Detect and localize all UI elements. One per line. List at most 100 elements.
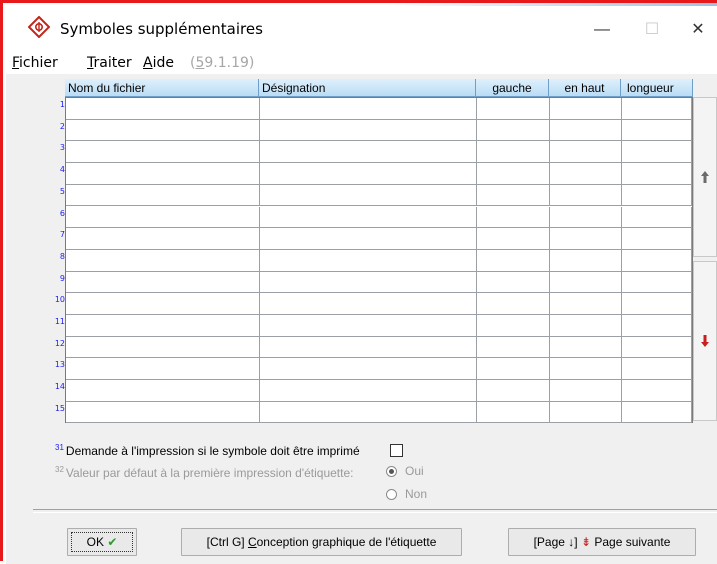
table-cell[interactable] xyxy=(66,98,260,120)
next-page-button[interactable]: [Page ↓] ⇟ Page suivante xyxy=(508,528,696,556)
table-cell[interactable] xyxy=(477,336,550,359)
table-cell[interactable] xyxy=(260,380,477,402)
table-cell[interactable] xyxy=(477,141,550,164)
col-header-length[interactable]: longueur xyxy=(621,79,693,97)
table-cell[interactable] xyxy=(477,163,550,185)
table-cell[interactable] xyxy=(260,98,477,120)
table-cell[interactable] xyxy=(260,271,477,294)
radio-oui-circle[interactable] xyxy=(386,466,397,478)
table-cell[interactable] xyxy=(550,315,622,337)
table-cell[interactable] xyxy=(260,336,477,359)
table-cell[interactable] xyxy=(66,184,260,207)
radio-non-circle[interactable] xyxy=(386,489,397,501)
table-cell[interactable] xyxy=(550,271,622,294)
menu-bar: Fichier Traiter Aide (59.1.19) xyxy=(6,52,717,74)
table-cell[interactable] xyxy=(66,315,260,337)
menu-traiter[interactable]: Traiter xyxy=(87,55,132,71)
table-cell[interactable] xyxy=(66,293,260,315)
design-label-button[interactable]: [Ctrl G] Conception graphique de l'étiqu… xyxy=(181,528,462,556)
table-cell[interactable] xyxy=(260,141,477,164)
table-cell[interactable] xyxy=(622,336,692,359)
table-cell[interactable] xyxy=(477,315,550,337)
table-cell[interactable] xyxy=(477,206,550,229)
table-cell[interactable] xyxy=(260,358,477,381)
radio-oui[interactable]: Oui xyxy=(386,464,424,478)
table-cell[interactable] xyxy=(550,163,622,185)
table-cell[interactable] xyxy=(260,401,477,424)
table-cell[interactable] xyxy=(260,293,477,315)
menu-fichier[interactable]: Fichier xyxy=(12,55,58,71)
table-cell[interactable] xyxy=(550,141,622,164)
table-cell[interactable] xyxy=(622,401,692,424)
table-cell[interactable] xyxy=(622,293,692,315)
row-number: 15 xyxy=(54,403,65,413)
minimize-button[interactable]: — xyxy=(582,14,622,46)
table-cell[interactable] xyxy=(66,206,260,229)
col-header-left[interactable]: gauche xyxy=(476,79,549,97)
table-cell[interactable] xyxy=(477,184,550,207)
table-cell[interactable] xyxy=(550,336,622,359)
table-cell[interactable] xyxy=(477,401,550,424)
ok-button[interactable]: OK ✔ xyxy=(67,528,137,556)
scroll-up-button[interactable] xyxy=(693,97,717,257)
table-cell[interactable] xyxy=(477,98,550,120)
page-scroll-panel xyxy=(693,97,717,423)
table-cell[interactable] xyxy=(477,119,550,142)
col-header-filename[interactable]: Nom du fichier xyxy=(65,79,259,97)
table-cell[interactable] xyxy=(66,336,260,359)
table-cell[interactable] xyxy=(550,401,622,424)
table-cell[interactable] xyxy=(622,98,692,120)
table-cell[interactable] xyxy=(477,271,550,294)
table-cell[interactable] xyxy=(622,163,692,185)
table-cell[interactable] xyxy=(66,380,260,402)
col-header-designation[interactable]: Désignation xyxy=(259,79,476,97)
table-cell[interactable] xyxy=(260,249,477,272)
table-cell[interactable] xyxy=(66,141,260,164)
table-cell[interactable] xyxy=(622,184,692,207)
maximize-button[interactable]: ☐ xyxy=(632,14,672,46)
radio-non[interactable]: Non xyxy=(386,487,427,501)
table-cell[interactable] xyxy=(550,358,622,381)
close-button[interactable]: ✕ xyxy=(678,14,717,46)
table-cell[interactable] xyxy=(260,163,477,185)
table-cell[interactable] xyxy=(622,315,692,337)
table-cell[interactable] xyxy=(66,271,260,294)
table-cell[interactable] xyxy=(550,119,622,142)
table-cell[interactable] xyxy=(260,315,477,337)
table-cell[interactable] xyxy=(477,358,550,381)
table-cell[interactable] xyxy=(550,184,622,207)
table-cell[interactable] xyxy=(66,119,260,142)
table-cell[interactable] xyxy=(477,249,550,272)
table-cell[interactable] xyxy=(622,358,692,381)
table-cell[interactable] xyxy=(66,401,260,424)
table-cell[interactable] xyxy=(550,98,622,120)
table-cell[interactable] xyxy=(66,228,260,250)
table-cell[interactable] xyxy=(550,206,622,229)
title-bar[interactable]: Symboles supplémentaires — ☐ ✕ xyxy=(6,6,717,52)
table-cell[interactable] xyxy=(66,358,260,381)
table-cell[interactable] xyxy=(622,249,692,272)
menu-aide[interactable]: Aide xyxy=(143,55,174,71)
table-cell[interactable] xyxy=(550,249,622,272)
table-cell[interactable] xyxy=(66,249,260,272)
table-cell[interactable] xyxy=(622,119,692,142)
table-cell[interactable] xyxy=(622,228,692,250)
table-cell[interactable] xyxy=(622,271,692,294)
table-cell[interactable] xyxy=(260,119,477,142)
table-cell[interactable] xyxy=(550,228,622,250)
table-cell[interactable] xyxy=(550,293,622,315)
table-cell[interactable] xyxy=(622,141,692,164)
col-header-top[interactable]: en haut xyxy=(549,79,621,97)
table-cell[interactable] xyxy=(550,380,622,402)
table-cell[interactable] xyxy=(477,228,550,250)
table-cell[interactable] xyxy=(477,380,550,402)
table-cell[interactable] xyxy=(260,228,477,250)
table-cell[interactable] xyxy=(260,184,477,207)
table-cell[interactable] xyxy=(477,293,550,315)
table-cell[interactable] xyxy=(622,206,692,229)
table-cell[interactable] xyxy=(66,163,260,185)
table-cell[interactable] xyxy=(622,380,692,402)
scroll-down-button[interactable] xyxy=(693,261,717,421)
print-question-checkbox[interactable] xyxy=(390,444,403,457)
table-cell[interactable] xyxy=(260,206,477,229)
